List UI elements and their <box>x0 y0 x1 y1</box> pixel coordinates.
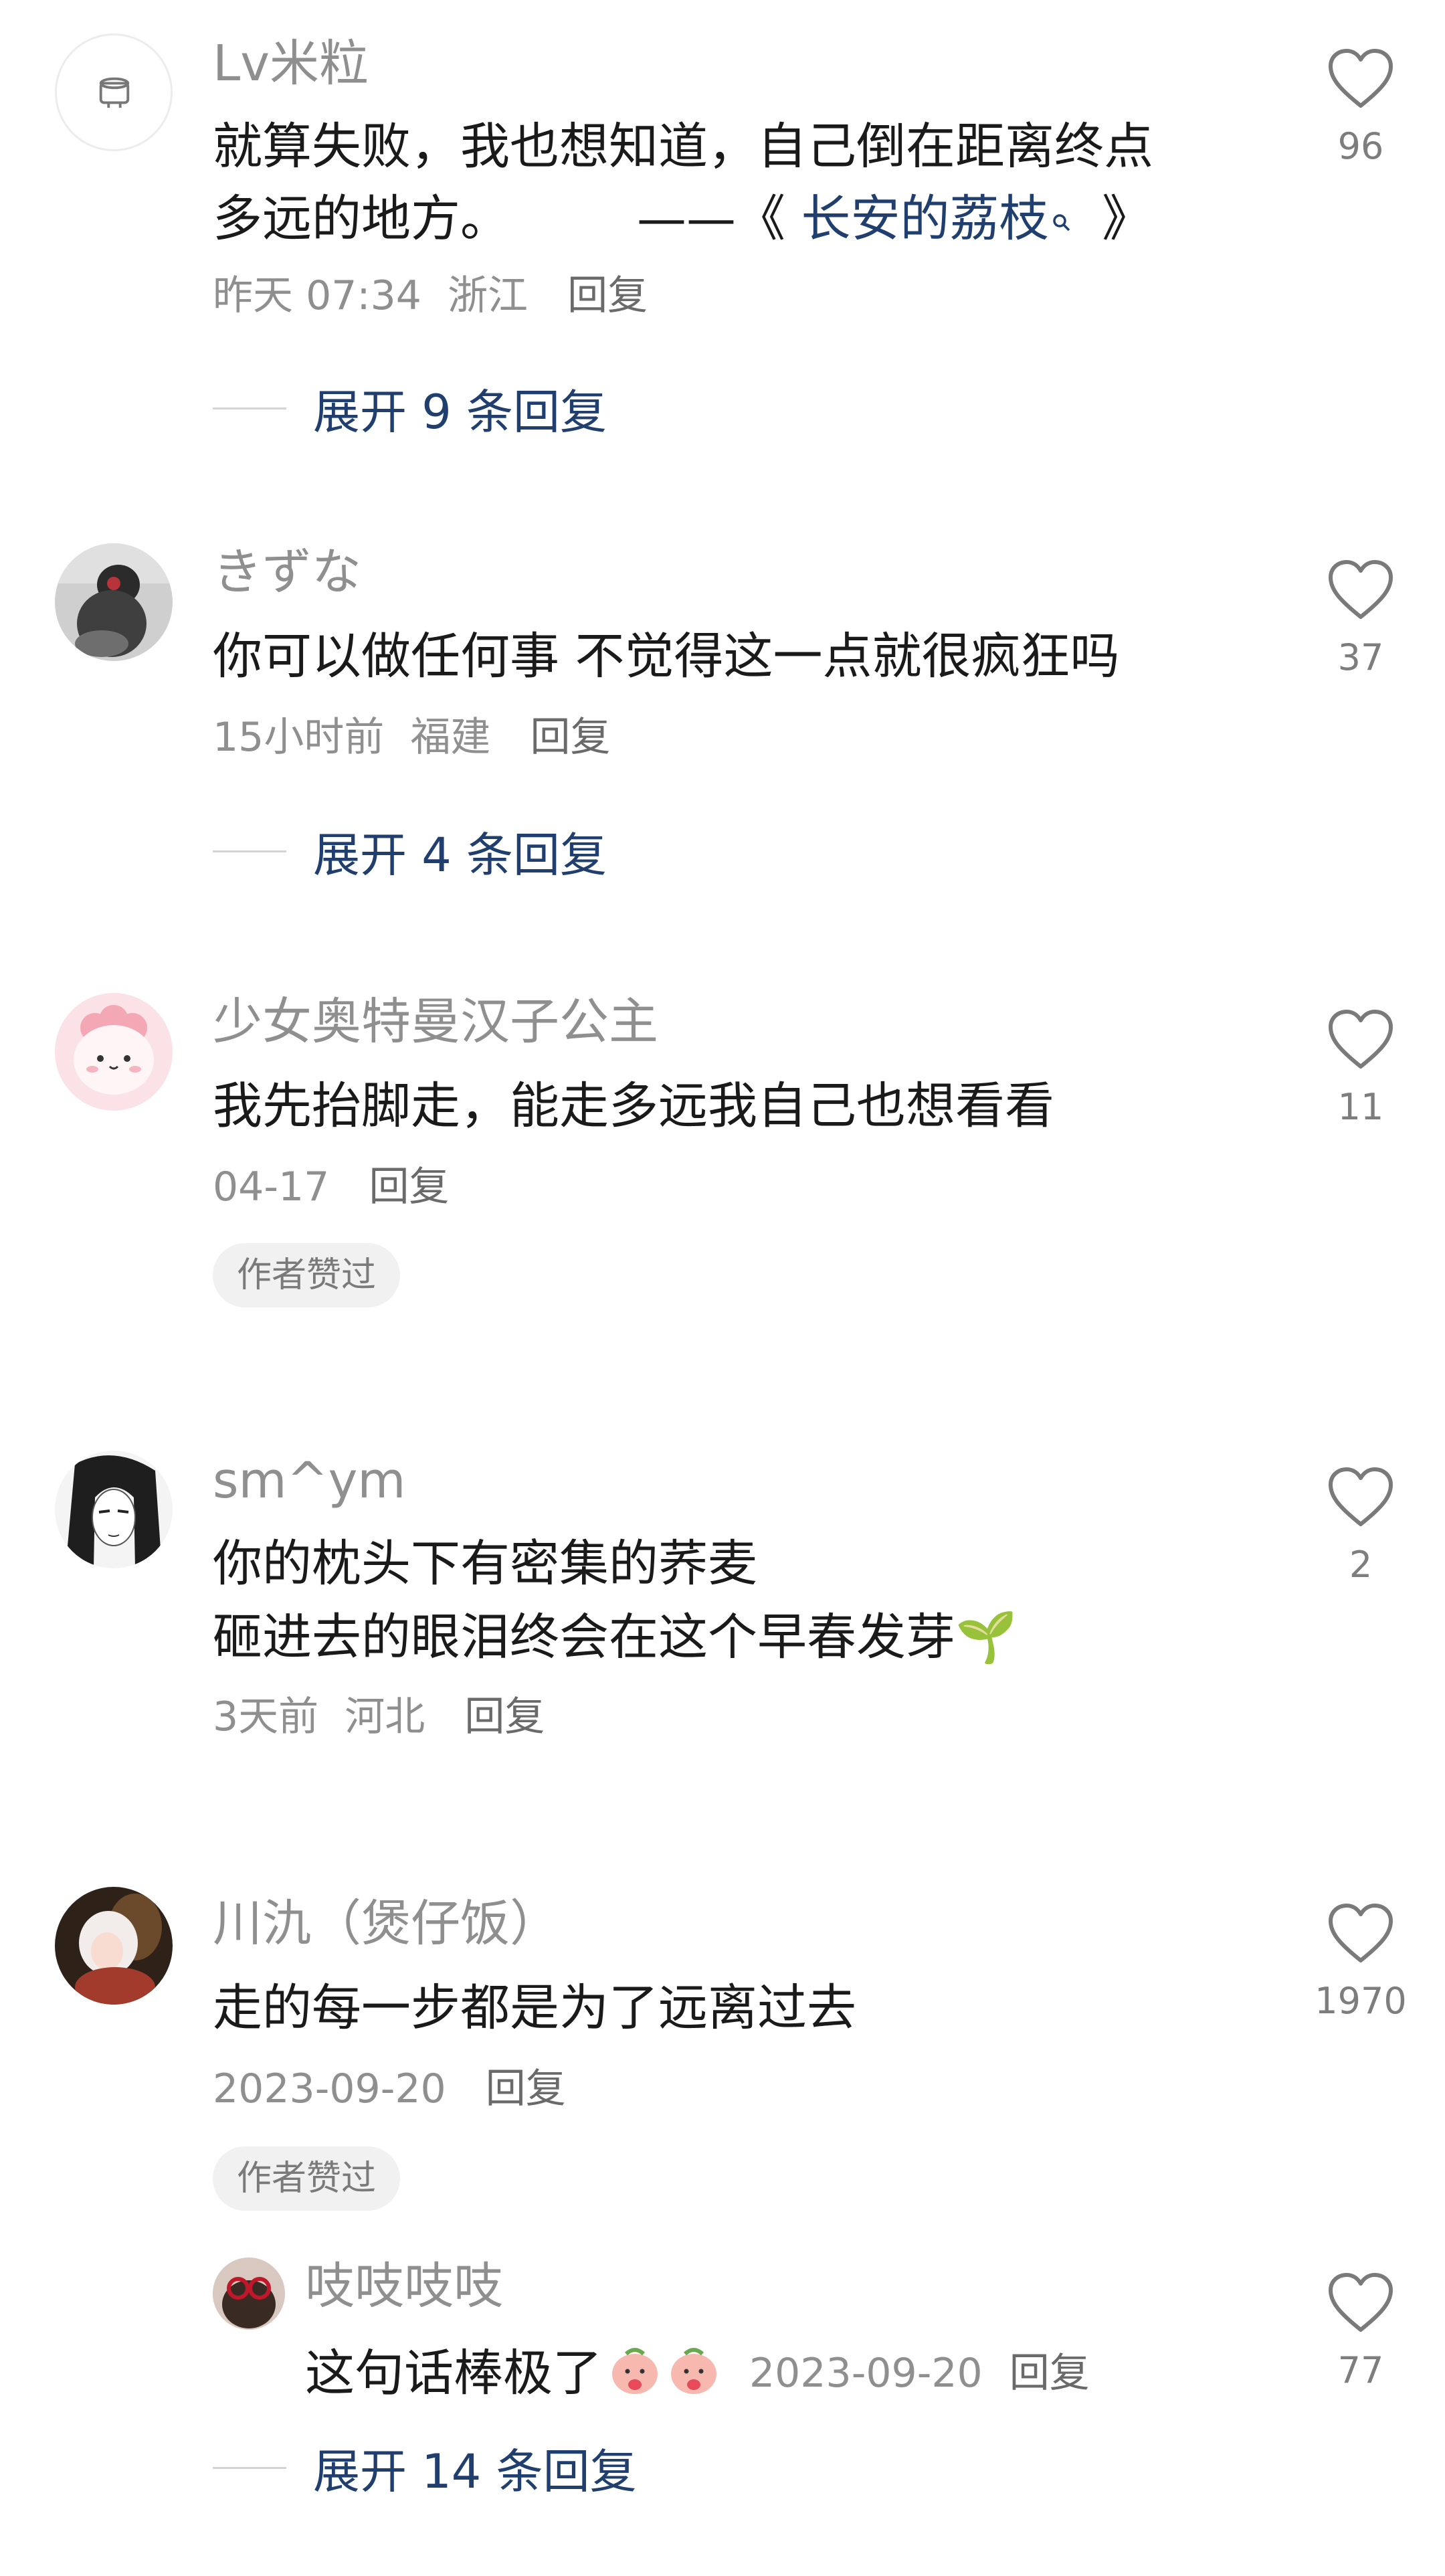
like-count: 37 <box>1337 636 1384 678</box>
reply-username[interactable]: 吱吱吱吱 <box>305 2262 503 2311</box>
quote-end: 》 <box>1102 190 1152 248</box>
reply-avatar[interactable] <box>213 2258 285 2330</box>
avatar[interactable] <box>55 1887 173 2005</box>
heart-outline-icon[interactable] <box>1327 559 1394 621</box>
expand-replies[interactable]: 展开 14 条回复 <box>213 2441 637 2499</box>
like-button[interactable]: 2 <box>1314 1467 1408 1583</box>
comment-time: 15小时前 <box>213 714 385 761</box>
reply-button[interactable]: 回复 <box>464 1693 545 1740</box>
comment-text: 你可以做任何事 不觉得这一点就很疯狂吗 <box>213 628 1120 685</box>
divider <box>213 850 286 852</box>
comment-username[interactable]: きずな <box>213 547 361 597</box>
quote-dash: ——《 <box>637 190 785 248</box>
reply-text-row: 这句话棒极了 2023-09-20 回复 <box>305 2340 1090 2406</box>
comment-username[interactable]: 少女奥特曼汉子公主 <box>213 997 658 1046</box>
expand-replies[interactable]: 展开 4 条回复 <box>213 824 607 883</box>
like-button[interactable]: 1970 <box>1314 1903 1408 2019</box>
like-button[interactable]: 11 <box>1314 1009 1408 1125</box>
comment-text: 走的每一步都是为了远离过去 <box>213 1979 856 2037</box>
comment-meta: 2023-09-20 回复 <box>213 2069 566 2109</box>
comment-username[interactable]: sm^ym <box>213 1456 406 1505</box>
comment-text-line2: 砸进去的眼泪终会在这个早春发芽🌱 <box>213 1608 1018 1666</box>
reply-button[interactable]: 回复 <box>567 272 648 319</box>
comment-location: 河北 <box>345 1693 425 1740</box>
comment-text: 我先抬脚走，能走多远我自己也想看看 <box>213 1077 1054 1135</box>
expand-replies[interactable]: 展开 9 条回复 <box>213 381 607 440</box>
like-count: 77 <box>1337 2349 1384 2391</box>
comment-username[interactable]: 川氿（煲仔饭） <box>213 1899 559 1948</box>
work-link[interactable]: 长安的荔枝 <box>801 190 1049 248</box>
comment-meta: 04-17 回复 <box>213 1167 449 1207</box>
expand-replies-label[interactable]: 展开 9 条回复 <box>313 375 607 442</box>
reply-button[interactable]: 回复 <box>486 2065 566 2112</box>
comment-time: 04-17 <box>213 1164 330 1210</box>
avatar[interactable] <box>55 33 173 151</box>
comment-text: 就算失败，我也想知道，自己倒在距离终点 <box>213 118 1153 175</box>
comment-meta: 昨天 07:34 浙江 回复 <box>213 276 648 316</box>
like-button[interactable]: 37 <box>1314 559 1408 676</box>
reply-text: 这句话棒极了 <box>305 2344 602 2402</box>
avatar[interactable] <box>55 543 173 661</box>
avatar[interactable] <box>55 993 173 1111</box>
comment-time: 昨天 07:34 <box>213 272 421 319</box>
comment-meta: 15小时前 福建 回复 <box>213 717 611 757</box>
like-count: 1970 <box>1315 1980 1407 2022</box>
comment-text-line2: 多远的地方。 ——《 长安的荔枝 》 <box>213 194 1151 244</box>
peach-emoji-icon <box>665 2340 722 2406</box>
comment-location: 浙江 <box>448 272 528 319</box>
like-button[interactable]: 77 <box>1314 2272 1408 2389</box>
divider <box>213 2466 286 2469</box>
comment-text: 你的枕头下有密集的荞麦 <box>213 1535 757 1592</box>
like-count: 11 <box>1337 1086 1384 1128</box>
heart-outline-icon[interactable] <box>1327 1009 1394 1071</box>
heart-outline-icon[interactable] <box>1327 2272 1394 2334</box>
avatar[interactable] <box>55 1451 173 1568</box>
reply-button[interactable]: 回复 <box>369 1164 449 1210</box>
comment-time: 2023-09-20 <box>213 2065 446 2112</box>
like-count: 2 <box>1349 1544 1373 1586</box>
reply-button[interactable]: 回复 <box>531 714 611 761</box>
heart-outline-icon[interactable] <box>1327 48 1394 110</box>
peach-emoji-icon <box>606 2340 664 2406</box>
author-liked-badge: 作者赞过 <box>213 2146 401 2211</box>
comment-text-fragment: 多远的地方。 <box>213 190 510 248</box>
comment-meta: 3天前 河北 回复 <box>213 1697 545 1737</box>
reply-button[interactable]: 回复 <box>1009 2353 1090 2393</box>
like-count: 96 <box>1337 125 1384 167</box>
comment-time: 3天前 <box>213 1693 319 1740</box>
author-liked-badge: 作者赞过 <box>213 1243 401 1307</box>
search-icon[interactable] <box>1052 194 1072 244</box>
reply-time: 2023-09-20 <box>749 2350 983 2397</box>
heart-outline-icon[interactable] <box>1327 1903 1394 1964</box>
expand-replies-label[interactable]: 展开 14 条回复 <box>313 2434 637 2502</box>
comment-location: 福建 <box>410 714 491 761</box>
divider <box>213 407 286 409</box>
like-button[interactable]: 96 <box>1314 48 1408 165</box>
heart-outline-icon[interactable] <box>1327 1467 1394 1528</box>
expand-replies-label[interactable]: 展开 4 条回复 <box>313 818 607 885</box>
comment-username[interactable]: Lv米粒 <box>213 39 369 88</box>
